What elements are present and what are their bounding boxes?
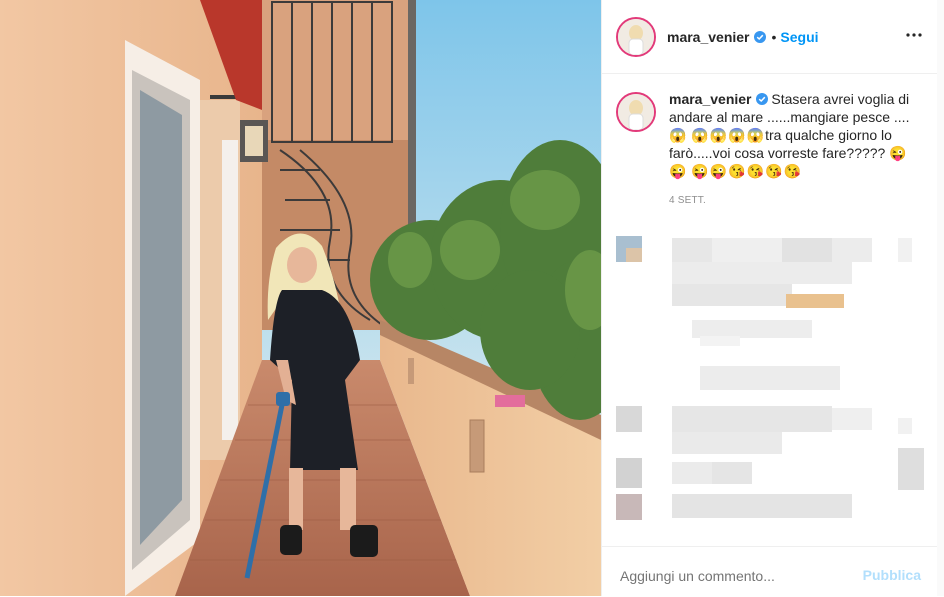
verified-badge-icon bbox=[755, 93, 768, 105]
post-photo[interactable] bbox=[0, 0, 601, 596]
follow-button[interactable]: Segui bbox=[780, 29, 818, 45]
verified-badge-icon bbox=[753, 30, 766, 43]
page-gutter bbox=[937, 0, 944, 596]
avatar[interactable] bbox=[616, 16, 656, 57]
comment-bar: Pubblica bbox=[602, 546, 937, 597]
separator-dot: • bbox=[771, 28, 777, 45]
post-photo-illustration bbox=[0, 0, 601, 596]
post-caption: mara_venier Stasera avrei voglia di anda… bbox=[616, 90, 921, 210]
caption-emoji-row-3: 😜😜😘😘😘😘 bbox=[691, 163, 802, 179]
more-horizontal-icon[interactable] bbox=[905, 26, 923, 44]
caption-username[interactable]: mara_venier bbox=[669, 91, 752, 107]
caption-body: mara_venier Stasera avrei voglia di anda… bbox=[669, 90, 919, 210]
header-username[interactable]: mara_venier bbox=[667, 29, 750, 45]
publish-button[interactable]: Pubblica bbox=[863, 567, 921, 583]
post-sidebar: mara_venier • Segui mara_venier Stasera … bbox=[601, 0, 937, 596]
post-header: mara_venier • Segui bbox=[602, 0, 937, 74]
avatar-image-icon bbox=[618, 18, 654, 55]
instagram-post: mara_venier • Segui mara_venier Stasera … bbox=[0, 0, 944, 596]
caption-emoji: 😱 bbox=[669, 127, 688, 143]
avatar-image-icon bbox=[618, 94, 654, 130]
pixelated-comments bbox=[616, 236, 924, 520]
comment-input[interactable] bbox=[618, 567, 842, 585]
caption-avatar[interactable] bbox=[616, 92, 656, 132]
caption-emoji-row: 😱😱😱😱 bbox=[691, 127, 766, 143]
post-timestamp[interactable]: 4 sett. bbox=[669, 192, 919, 210]
